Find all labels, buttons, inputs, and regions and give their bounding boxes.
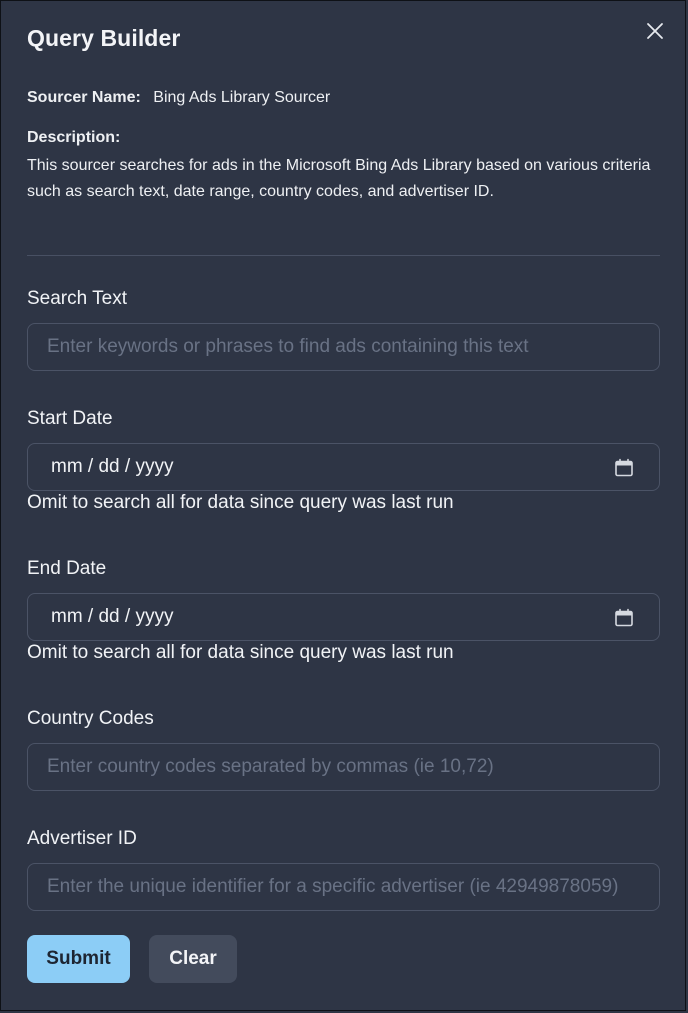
start-date-input[interactable]: mm / dd / yyyy <box>27 443 660 491</box>
search-text-label: Search Text <box>27 288 127 309</box>
end-date-label: End Date <box>27 558 107 579</box>
sourcer-name-row: Sourcer Name: Bing Ads Library Sourcer <box>27 89 330 107</box>
country-codes-label: Country Codes <box>27 708 154 729</box>
end-date-value: mm / dd / yyyy <box>51 606 174 627</box>
close-icon <box>647 23 663 39</box>
search-text-input[interactable] <box>27 323 660 371</box>
query-builder-dialog: Query Builder Sourcer Name: Bing Ads Lib… <box>0 0 686 1011</box>
clear-button[interactable]: Clear <box>149 935 237 983</box>
calendar-icon[interactable] <box>613 457 635 479</box>
advertiser-id-input[interactable] <box>27 863 660 911</box>
submit-button[interactable]: Submit <box>27 935 130 983</box>
close-button[interactable] <box>641 17 669 45</box>
description-label: Description: <box>27 129 121 146</box>
sourcer-name-value: Bing Ads Library Sourcer <box>153 89 331 106</box>
divider <box>27 255 660 256</box>
end-date-hint: Omit to search all for data since query … <box>27 642 454 663</box>
sourcer-name-label: Sourcer Name: <box>27 89 141 106</box>
country-codes-input[interactable] <box>27 743 660 791</box>
start-date-value: mm / dd / yyyy <box>51 456 174 477</box>
end-date-input[interactable]: mm / dd / yyyy <box>27 593 660 641</box>
calendar-icon[interactable] <box>613 607 635 629</box>
start-date-label: Start Date <box>27 408 113 429</box>
dialog-title: Query Builder <box>27 25 181 51</box>
advertiser-id-label: Advertiser ID <box>27 828 137 849</box>
start-date-hint: Omit to search all for data since query … <box>27 492 454 513</box>
description-text: This sourcer searches for ads in the Mic… <box>27 157 651 200</box>
